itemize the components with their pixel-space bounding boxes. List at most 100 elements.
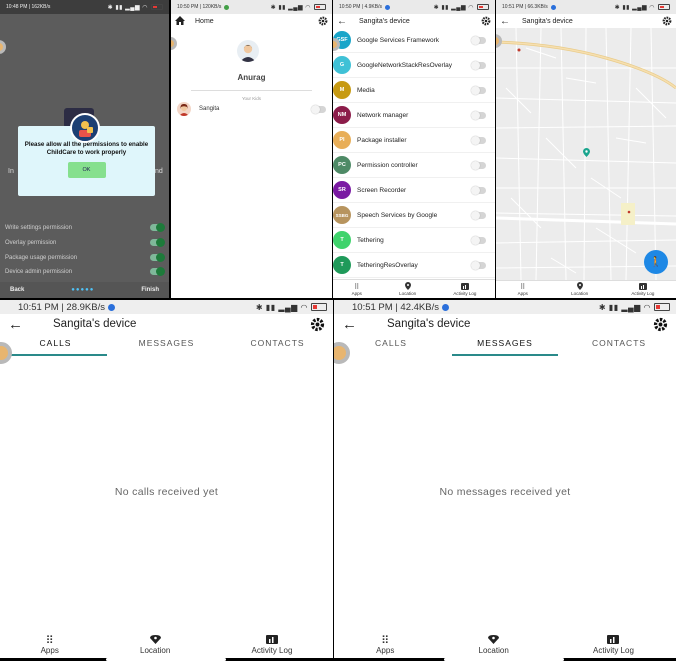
tab-calls[interactable]: CALLS xyxy=(0,336,111,356)
nav-apps[interactable]: ⠿ Apps xyxy=(518,284,528,296)
ok-button[interactable]: OK xyxy=(67,162,106,178)
app-row[interactable]: GSF Google Services Framework xyxy=(333,28,495,53)
nav-activity-log[interactable]: Activity Log xyxy=(453,283,476,296)
map-view[interactable]: 🚶 xyxy=(496,28,676,280)
back-button[interactable]: Back xyxy=(10,287,24,293)
app-toggle[interactable] xyxy=(471,135,486,145)
app-initials-avatar: PI xyxy=(333,131,351,149)
nav-activity-log[interactable]: Activity Log xyxy=(251,635,292,655)
status-bar: 10:51 PM | 28.9KB/s ✱ ▮▮ ▂▄▆ ◠ xyxy=(0,300,333,314)
nav-label: Activity Log xyxy=(251,646,293,655)
home-icon[interactable] xyxy=(175,15,185,27)
finish-button[interactable]: Finish xyxy=(141,287,159,293)
status-time: 10:51 PM | 66.3KB/s xyxy=(502,4,548,10)
app-row[interactable]: PC Permission controller xyxy=(333,153,495,178)
nav-activity-log[interactable]: Activity Log xyxy=(631,283,654,296)
app-name: Permission controller xyxy=(357,161,418,169)
nav-label: Apps xyxy=(517,291,528,296)
back-arrow-icon[interactable]: ← xyxy=(500,16,510,27)
back-arrow-icon[interactable]: ← xyxy=(342,316,357,333)
app-row[interactable]: SR Screen Recorder xyxy=(333,178,495,203)
app-toggle[interactable] xyxy=(471,235,486,245)
map-pin-icon[interactable] xyxy=(583,144,590,162)
tab-bar: CALLS MESSAGES CONTACTS xyxy=(334,336,676,356)
app-row[interactable]: T Tethering xyxy=(333,228,495,253)
app-toggle[interactable] xyxy=(471,35,486,45)
app-row[interactable]: G GoogleNetworkStackResOverlay xyxy=(333,53,495,78)
tab-contacts[interactable]: CONTACTS xyxy=(222,336,333,356)
apps-grid-icon: ⠿ xyxy=(520,284,526,291)
location-pin-icon xyxy=(404,282,411,291)
calls-screen: 10:51 PM | 28.9KB/s ✱ ▮▮ ▂▄▆ ◠ ← Sangita… xyxy=(0,300,333,661)
tab-messages[interactable]: MESSAGES xyxy=(111,336,222,356)
permissions-screen: 10:48 PM | 162KB/s ✱ ▮▮ ▂▄▆ ◠ In nd Plea… xyxy=(0,0,169,298)
app-row[interactable]: T TetheringResOverlay xyxy=(333,253,495,278)
device-admin-permission-row: Device admin permission xyxy=(5,267,165,276)
page-title: Sangita's device xyxy=(522,17,573,25)
status-icons: ✱ ▮▮ ▂▄▆ ◠ xyxy=(434,4,489,11)
overlay-bubble-icon[interactable] xyxy=(0,40,6,54)
nav-label: Location xyxy=(478,646,509,655)
permission-label: Overlay permission xyxy=(5,239,57,246)
overlay-bubble-icon[interactable] xyxy=(334,342,350,364)
app-toggle[interactable] xyxy=(471,260,486,270)
app-toggle[interactable] xyxy=(471,160,486,170)
nav-apps[interactable]: ⠿ Apps xyxy=(376,636,394,656)
app-toggle[interactable] xyxy=(471,60,486,70)
app-toggle[interactable] xyxy=(471,85,486,95)
app-name: Screen Recorder xyxy=(357,186,407,194)
home-screen: 10:50 PM | 120KB/s ✱ ▮▮ ▂▄▆ ◠ Home Anura… xyxy=(171,0,332,298)
app-initials-avatar: M xyxy=(333,81,351,99)
status-bar: 10:51 PM | 42.4KB/s ✱ ▮▮ ▂▄▆ ◠ xyxy=(334,300,676,314)
app-toggle[interactable] xyxy=(471,185,486,195)
nav-apps[interactable]: ⠿ Apps xyxy=(352,284,362,296)
tab-messages[interactable]: MESSAGES xyxy=(448,336,562,356)
page-indicator: ●●●●● xyxy=(71,287,95,293)
settings-gear-icon[interactable] xyxy=(653,317,668,332)
status-time: 10:51 PM | 42.4KB/s xyxy=(352,301,439,313)
app-row[interactable]: SSBG Speech Services by Google xyxy=(333,203,495,228)
permission-toggle[interactable] xyxy=(150,253,165,262)
package-usage-permission-row: Package usage permission xyxy=(5,253,165,262)
empty-calls-message: No calls received yet xyxy=(114,486,219,498)
app-bar: ← Sangita's device xyxy=(333,14,495,28)
settings-gear-icon[interactable] xyxy=(662,16,672,26)
nav-location[interactable]: Location xyxy=(479,635,509,655)
app-name: Network manager xyxy=(357,111,409,119)
settings-gear-icon[interactable] xyxy=(481,16,491,26)
nav-location[interactable]: Location xyxy=(571,282,588,296)
kid-row[interactable]: Sangita xyxy=(177,101,326,117)
app-toggle[interactable] xyxy=(471,210,486,220)
permission-toggle[interactable] xyxy=(150,238,165,247)
empty-messages-message: No messages received yet xyxy=(439,486,571,498)
app-initials-avatar: NM xyxy=(333,106,351,124)
status-bar: 10:50 PM | 4.9KB/s ✱ ▮▮ ▂▄▆ ◠ xyxy=(333,0,495,14)
kid-toggle[interactable] xyxy=(311,104,326,114)
app-name: Google Services Framework xyxy=(357,36,439,44)
app-row[interactable]: NM Network manager xyxy=(333,103,495,128)
nav-location[interactable]: Location xyxy=(140,635,170,655)
tab-contacts[interactable]: CONTACTS xyxy=(562,336,676,356)
back-arrow-icon[interactable]: ← xyxy=(8,316,23,333)
nav-label: Activity Log xyxy=(631,291,655,296)
app-row[interactable]: PI Package installer xyxy=(333,128,495,153)
parent-avatar xyxy=(237,40,259,62)
walk-directions-icon[interactable]: 🚶 xyxy=(644,250,668,274)
tab-calls[interactable]: CALLS xyxy=(334,336,448,356)
location-pin-icon xyxy=(488,635,500,646)
nav-location[interactable]: Location xyxy=(399,282,416,296)
page-title: Sangita's device xyxy=(53,318,137,330)
back-arrow-icon[interactable]: ← xyxy=(337,16,347,27)
permission-toggle[interactable] xyxy=(150,223,165,232)
permission-toggle[interactable] xyxy=(150,267,165,276)
nav-apps[interactable]: ⠿ Apps xyxy=(41,636,59,656)
settings-gear-icon[interactable] xyxy=(310,317,325,332)
activity-chart-icon xyxy=(460,283,469,291)
app-row[interactable]: M Media xyxy=(333,78,495,103)
overlay-bubble-icon[interactable] xyxy=(171,37,177,50)
settings-gear-icon[interactable] xyxy=(318,16,328,26)
nav-activity-log[interactable]: Activity Log xyxy=(593,635,634,655)
app-toggle[interactable] xyxy=(471,110,486,120)
page-title: Sangita's device xyxy=(387,318,471,330)
activity-chart-icon xyxy=(265,635,278,646)
